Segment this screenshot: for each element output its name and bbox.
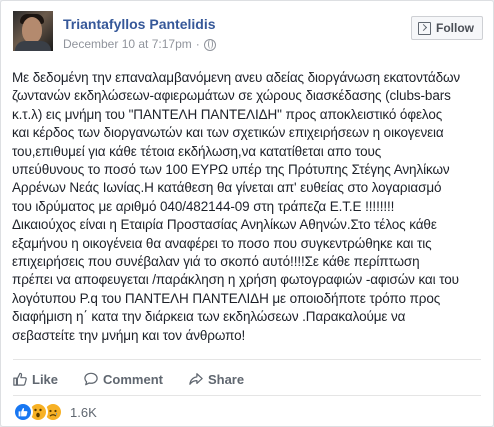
follow-icon xyxy=(418,21,431,35)
post-line: επιχειρήσεις που συνέβαλαν γιά το σκοπό … xyxy=(12,254,420,270)
comment-label: Comment xyxy=(103,371,163,387)
post-line: υπεύθυνους το ποσό των 100 ΕΥΡΩ υπέρ της… xyxy=(12,162,450,178)
post-line: Δικαιούχος είναι η Εταιρία Προστασίας Αν… xyxy=(12,217,437,233)
post-line: Αρρένων Νεάς Ιωνίας.Η κατάθεση θα γίνετα… xyxy=(12,180,442,196)
post-timestamp[interactable]: December 10 at 7:17pm xyxy=(63,37,192,51)
action-bar: Like Comment Share xyxy=(13,369,270,389)
post-meta: December 10 at 7:17pm · xyxy=(63,37,216,51)
post-card: Triantafyllos Pantelidis December 10 at … xyxy=(0,0,494,427)
post-header: Triantafyllos Pantelidis December 10 at … xyxy=(13,11,483,55)
post-line: του,επιθυμεί για κάθε τέτοια εκδήλωση,να… xyxy=(12,143,382,159)
post-line: ζωντανών εκδηλώσεων-αφιερωμάτων σε χώρου… xyxy=(12,88,451,104)
reaction-count[interactable]: 1.6K xyxy=(70,405,97,420)
post-line: λογότυπου Ρ.q του ΠΑΝΤΕΛΗ ΠΑΝΤΕΛΙΔΗ με ο… xyxy=(12,290,441,306)
like-button[interactable]: Like xyxy=(13,372,58,387)
post-line: εξαμήνου η οικογένεια θα αναφέρει το ποσ… xyxy=(12,235,432,251)
meta-separator: · xyxy=(195,37,200,51)
post-line: Με δεδομένη την επαναλαμβανόμενη ανευ αδ… xyxy=(12,70,461,85)
comment-button[interactable]: Comment xyxy=(84,372,163,387)
post-line: σεβαστείτε την μνήμη και τον άνθρωπο! xyxy=(12,327,246,343)
actions-divider-bottom xyxy=(13,395,481,396)
avatar-shirt xyxy=(15,41,51,51)
author-name[interactable]: Triantafyllos Pantelidis xyxy=(63,16,216,32)
thumbs-up-icon xyxy=(13,372,27,386)
post-line: και κέρδος των διοργανωτών και των σχετι… xyxy=(12,125,444,141)
globe-icon[interactable] xyxy=(203,39,216,51)
follow-label: Follow xyxy=(436,21,474,35)
avatar[interactable] xyxy=(13,11,53,51)
post-line: κ.τ.λ) εις μνήμη του "ΠΑΝΤΕΛΗ ΠΑΝΤΕΛΙΔΗ"… xyxy=(12,106,443,122)
actions-divider-top xyxy=(13,359,481,360)
share-icon xyxy=(189,373,203,385)
follow-button[interactable]: Follow xyxy=(411,16,483,40)
post-line: πρέπει να αποφευγεται /παράκληση η χρήση… xyxy=(12,272,459,288)
post-line: του ιδρύματος με αριθμό 040/482144-09 στ… xyxy=(12,198,395,214)
like-icon xyxy=(13,402,33,422)
reaction-summary[interactable]: 1.6K xyxy=(13,402,97,422)
post-body: Με δεδομένη την επαναλαμβανόμενη ανευ αδ… xyxy=(12,69,486,345)
share-button[interactable]: Share xyxy=(189,372,244,387)
like-label: Like xyxy=(32,371,59,387)
avatar-face xyxy=(22,17,42,43)
post-line: διαφήμιση η΄ κατα την διάρκεια των εκδηλ… xyxy=(12,309,406,325)
comment-icon xyxy=(84,372,98,386)
share-label: Share xyxy=(207,371,245,387)
